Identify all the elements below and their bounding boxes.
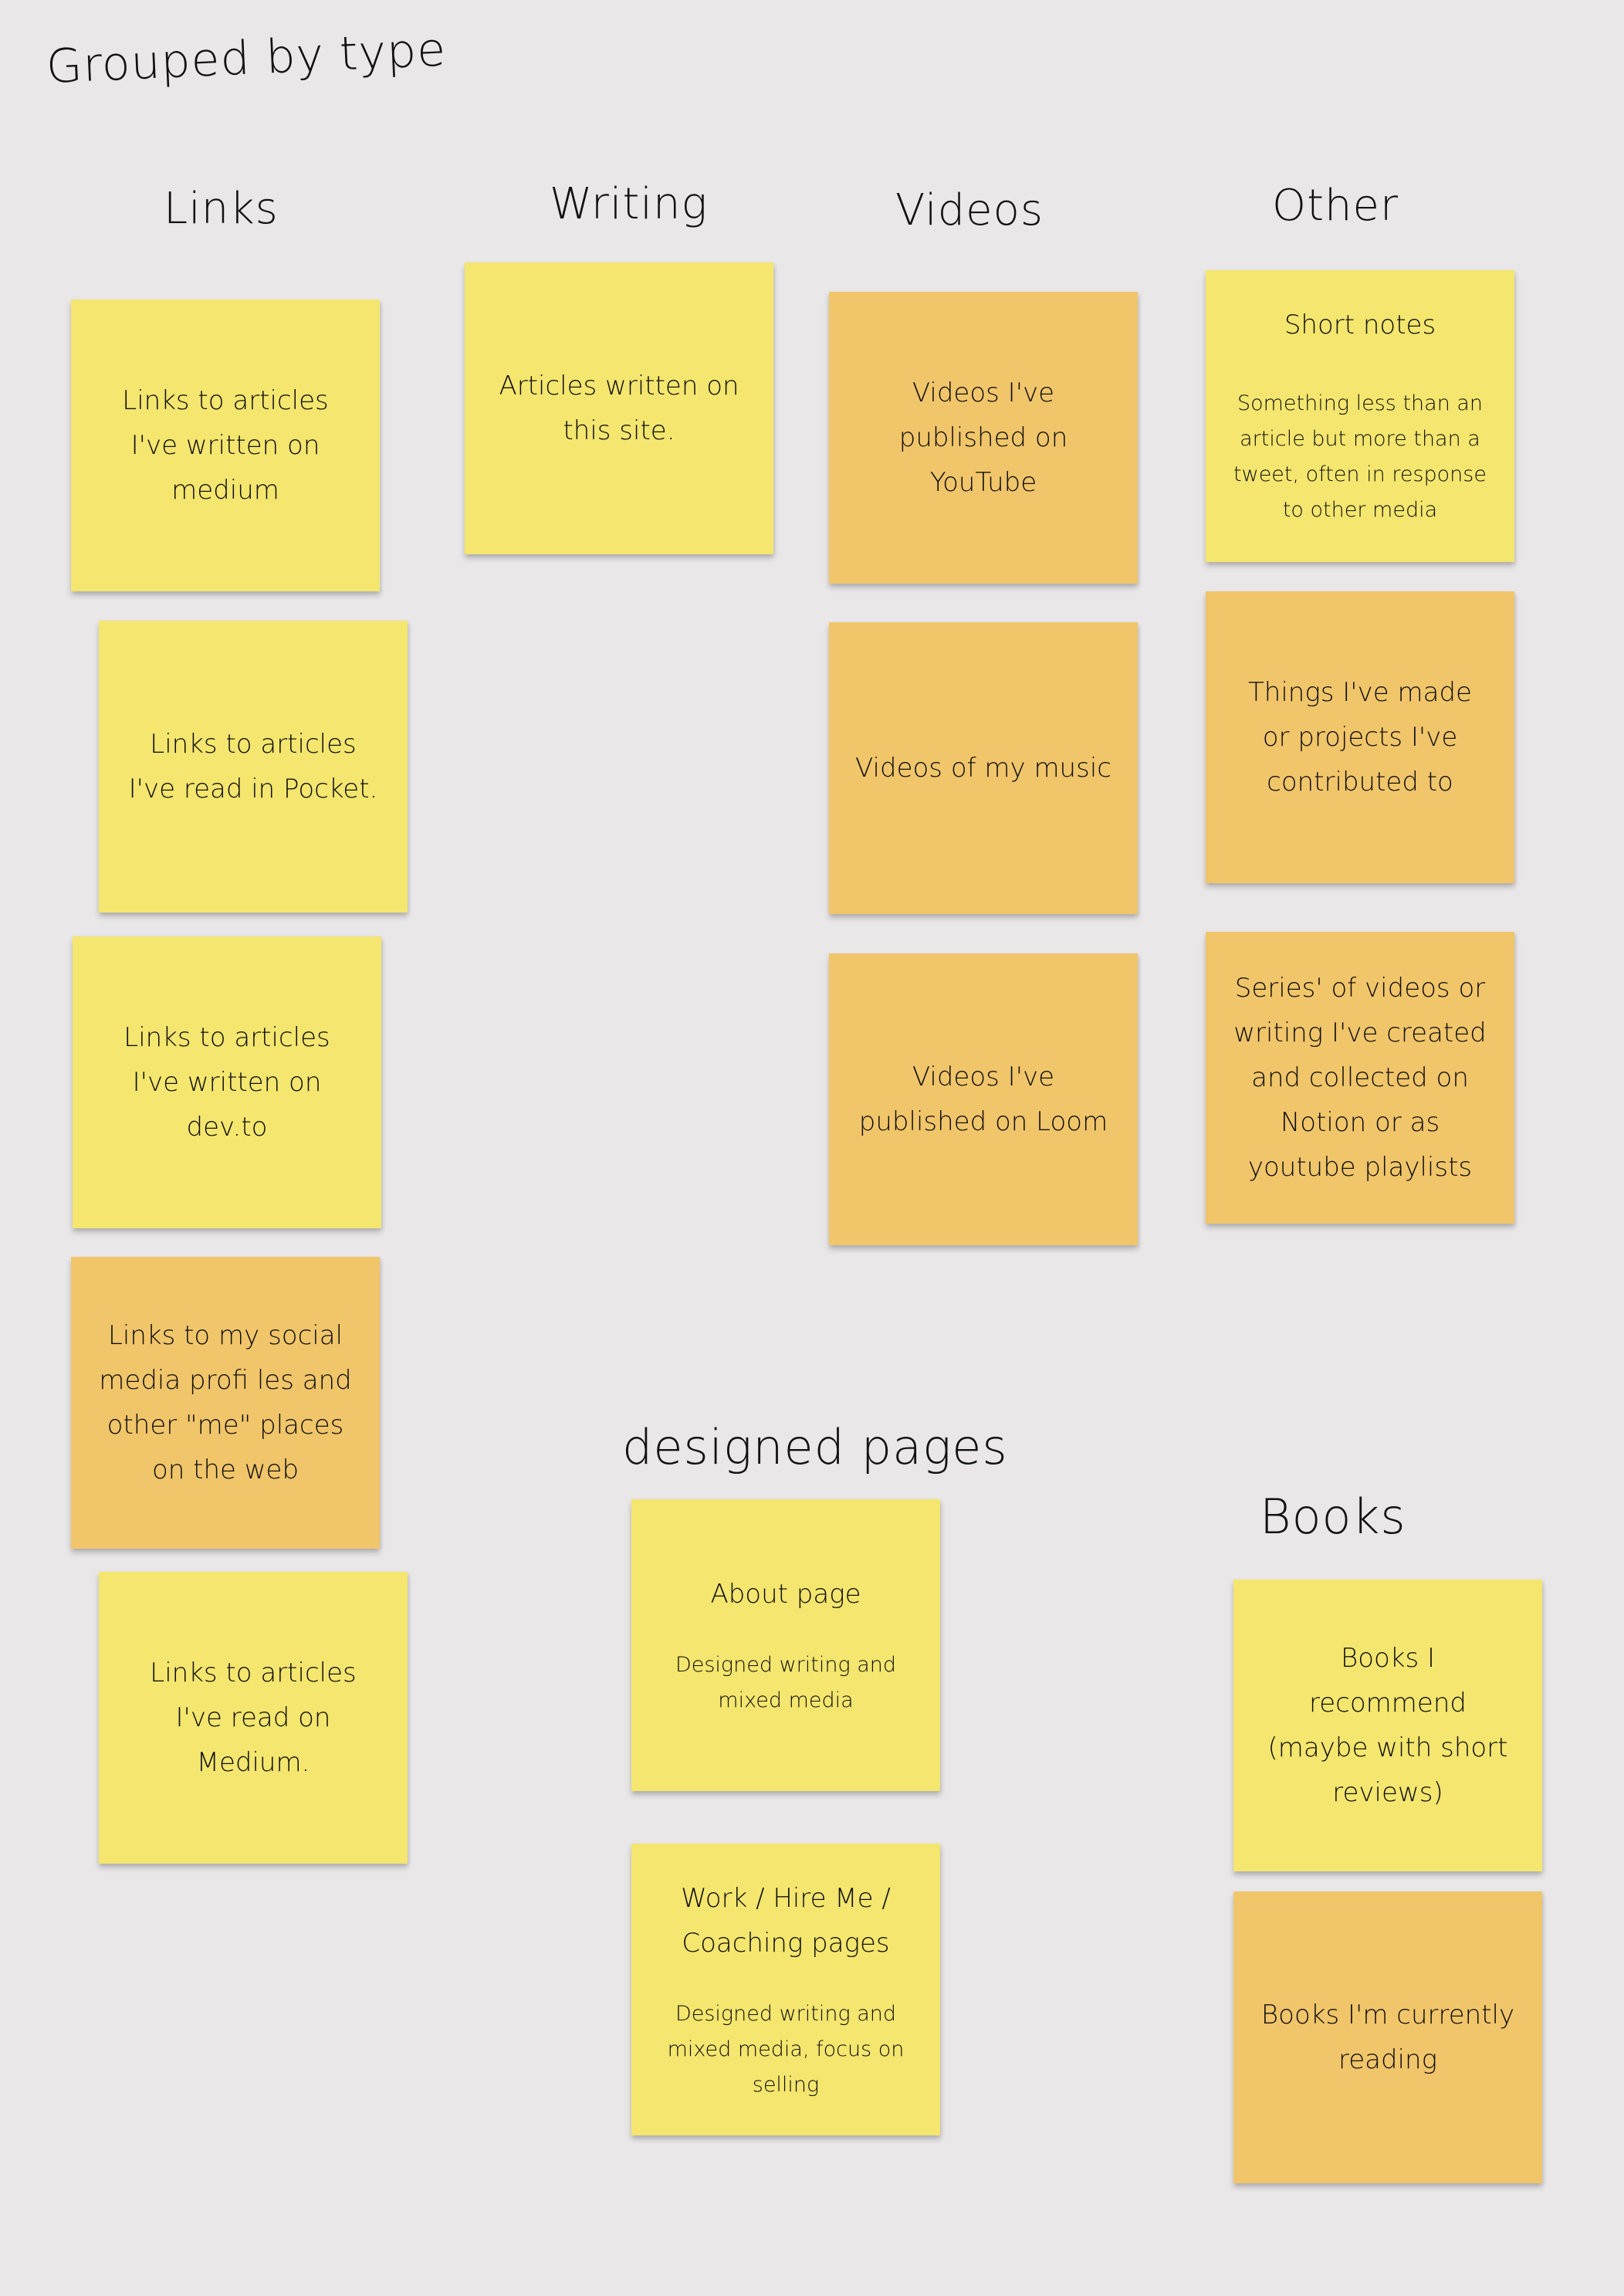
sticky-text: Videos of my music [855, 753, 1111, 784]
sticky-note[interactable]: Videos of my music [829, 622, 1138, 914]
sticky-note[interactable]: Work / Hire Me / Coaching pages Designed… [631, 1844, 940, 2135]
sticky-title: Work / Hire Me / Coaching pages [681, 1883, 891, 1959]
sticky-note[interactable]: Things I've made or projects I've contri… [1206, 591, 1514, 883]
sticky-note[interactable]: Links to articles I've written on dev.to [73, 936, 381, 1228]
sticky-text: Something less than an article but more … [1233, 391, 1487, 522]
sticky-note[interactable]: Books I'm currently reading [1233, 1891, 1542, 2183]
sticky-text: Links to articles I've read in Pocket. [128, 729, 378, 804]
group-heading-videos: Videos [895, 185, 1044, 235]
sticky-text: Series' of videos or writing I've create… [1233, 973, 1487, 1183]
sticky-note[interactable]: Links to my social media profi les and o… [71, 1257, 380, 1549]
sticky-text: Links to articles I've written on medium [122, 385, 329, 506]
sticky-text: Books I'm currently reading [1260, 2000, 1515, 2075]
sticky-text: Links to my social media profi les and o… [99, 1320, 352, 1485]
sticky-text: Designed writing and mixed media [675, 1653, 897, 1712]
sticky-title: Short notes [1284, 310, 1436, 340]
group-heading-links: Links [164, 184, 279, 234]
sticky-note[interactable]: Books I recommend (maybe with short revi… [1233, 1580, 1542, 1871]
sticky-note[interactable]: Articles written on this site. [465, 262, 773, 554]
sticky-note[interactable]: About page Designed writing and mixed me… [631, 1499, 940, 1791]
sticky-note[interactable]: Videos I've published on YouTube [829, 292, 1138, 584]
sticky-text: Designed writing and mixed media, focus … [667, 2002, 905, 2097]
group-heading-books: Books [1260, 1488, 1406, 1545]
sticky-note[interactable]: Links to articles I've written on medium [71, 300, 380, 591]
group-heading-other: Other [1272, 181, 1399, 231]
sticky-note[interactable]: Links to articles I've read in Pocket. [99, 621, 408, 913]
sticky-text: Things I've made or projects I've contri… [1248, 677, 1472, 798]
sticky-text: Videos I've published on YouTube [898, 378, 1068, 498]
sticky-note[interactable]: Series' of videos or writing I've create… [1206, 932, 1514, 1224]
sticky-text: Links to articles I've read on Medium. [150, 1658, 357, 1778]
group-heading-designed-pages: designed pages [622, 1419, 1008, 1475]
whiteboard-canvas[interactable]: Grouped by type Links Writing Videos Oth… [0, 0, 1624, 2296]
board-title: Grouped by type [45, 22, 448, 94]
sticky-text: Videos I've published on Loom [858, 1062, 1108, 1137]
sticky-note[interactable]: Links to articles I've read on Medium. [99, 1572, 408, 1864]
sticky-text: Books I recommend (maybe with short revi… [1267, 1643, 1508, 1808]
sticky-text: Links to articles I've written on dev.to [123, 1022, 330, 1143]
sticky-note[interactable]: Videos I've published on Loom [829, 953, 1138, 1245]
group-heading-writing: Writing [550, 179, 709, 229]
sticky-note[interactable]: Short notes Something less than an artic… [1206, 270, 1514, 562]
sticky-title: About page [710, 1579, 861, 1610]
sticky-text: Articles written on this site. [499, 371, 739, 446]
